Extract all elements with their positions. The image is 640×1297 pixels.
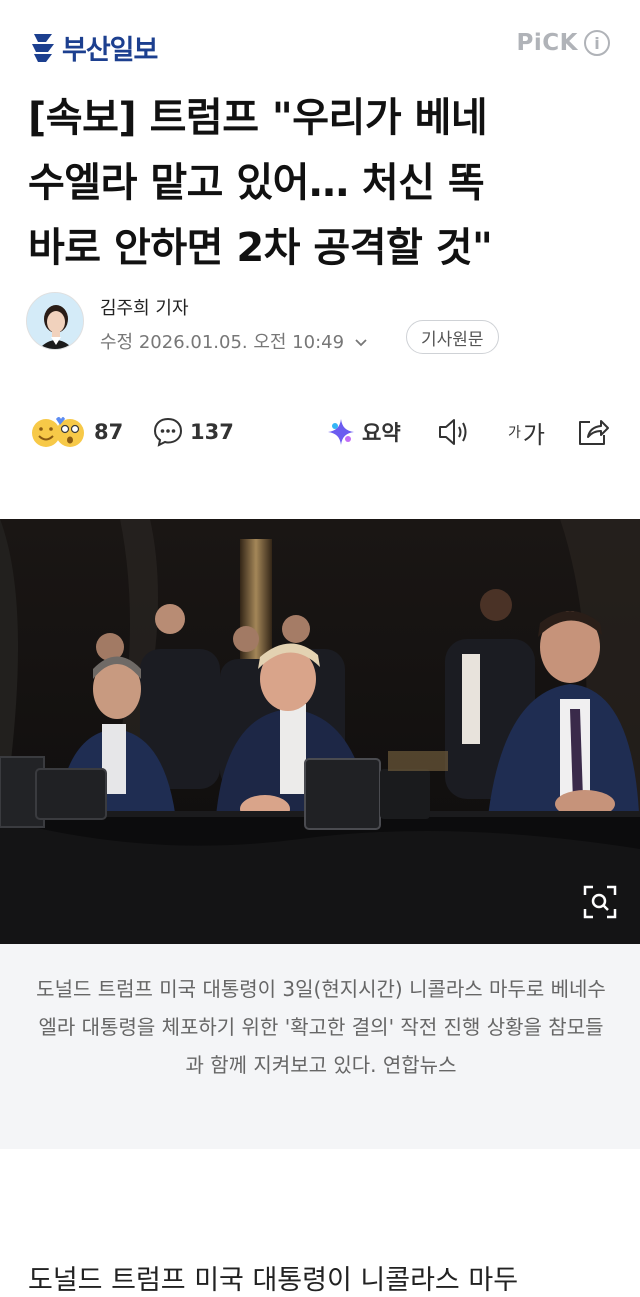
avatar-image (27, 293, 83, 349)
share-button[interactable] (576, 410, 610, 454)
author-avatar[interactable] (26, 292, 84, 350)
press-logo[interactable]: 부산일보 (30, 28, 158, 67)
dropdown-chevron-icon (355, 339, 367, 347)
zoom-icon[interactable] (582, 884, 618, 920)
comment-icon (153, 417, 183, 447)
font-small-glyph: 가 (508, 425, 521, 441)
comment-button[interactable]: 137 (152, 410, 234, 454)
reaction-emoji-icon (32, 417, 84, 447)
logo-text: 부산일보 (62, 35, 158, 66)
tts-speaker-icon (439, 419, 467, 445)
article-body: 도널드 트럼프 미국 대통령이 니콜라스 마두 (28, 1265, 519, 1296)
summary-button[interactable]: 요약 (326, 410, 401, 454)
photo-caption: 도널드 트럼프 미국 대통령이 3일(현지시간) 니콜라스 마두로 베네수엘라 … (36, 977, 606, 1077)
article-photo[interactable] (0, 519, 640, 944)
info-icon[interactable]: i (584, 30, 610, 56)
summary-sparkle-icon (328, 419, 354, 445)
summary-label: 요약 (362, 421, 401, 445)
share-icon (579, 420, 609, 445)
action-bar: 87 137 요약 가가 (30, 410, 620, 454)
date-text: 수정 2026.01.05. 오전 10:49 (100, 332, 345, 353)
tts-button[interactable] (436, 410, 472, 454)
reaction-button[interactable]: 87 (30, 410, 123, 454)
app-header: 부산일보 PiCK i (0, 0, 640, 88)
logo-icon (32, 33, 54, 62)
byline: 김주희 기자 수정 2026.01.05. 오전 10:49 기사원문 (26, 292, 616, 354)
author-name[interactable]: 김주희 기자 (100, 294, 189, 320)
pick-label[interactable]: PiCK (517, 30, 578, 56)
article-date[interactable]: 수정 2026.01.05. 오전 10:49 (100, 328, 368, 354)
article-title: [속보] 트럼프 "우리가 베네 수엘라 맡고 있어… 처신 똑 바로 안하면 … (28, 86, 618, 281)
font-large-glyph: 가 (522, 420, 545, 449)
title-line: 수엘라 맡고 있어… 처신 똑 (28, 160, 485, 206)
original-article-button[interactable]: 기사원문 (406, 320, 499, 354)
photo-image (0, 519, 640, 944)
reaction-count: 87 (94, 420, 124, 444)
title-line: [속보] 트럼프 "우리가 베네 (28, 95, 488, 141)
title-line: 바로 안하면 2차 공격할 것" (28, 225, 493, 271)
comment-count: 137 (190, 420, 234, 444)
font-size-button[interactable]: 가가 (508, 410, 545, 454)
